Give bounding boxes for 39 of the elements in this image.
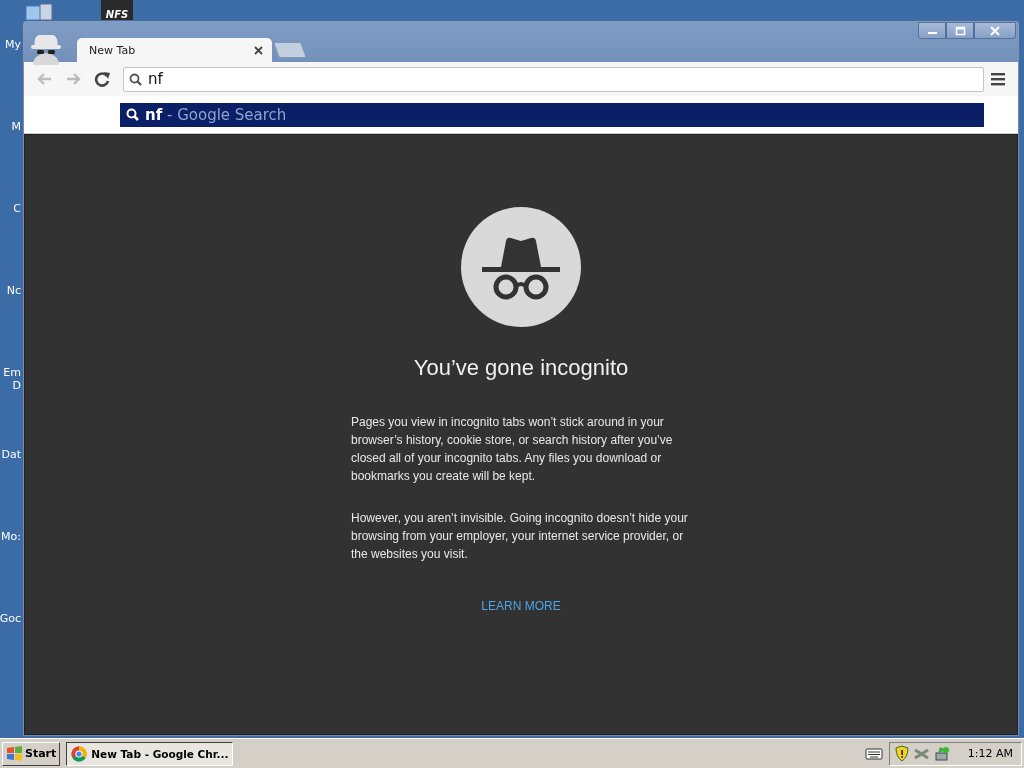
desktop-icon-label[interactable]: My [5, 38, 21, 51]
forward-arrow-icon [65, 71, 82, 87]
desktop-icon-label[interactable]: Em [3, 366, 21, 379]
close-button[interactable] [974, 22, 1016, 39]
back-arrow-icon [36, 71, 53, 87]
start-button[interactable]: Start [2, 741, 61, 766]
incognito-icon [461, 207, 581, 327]
search-suggestion[interactable]: nf - Google Search [120, 102, 984, 127]
info-paragraph: Pages you view in incognito tabs won’t stick around in your browser’s history, cookie store, or search history after you’ve closed all of your incognito tabs. Any files you download or bookmarks you create will be kept. [351, 414, 674, 485]
desktop-icon-label[interactable]: C [13, 202, 21, 215]
search-icon [126, 108, 139, 121]
desktop-icon-label[interactable]: Nc [6, 284, 21, 297]
desktop-icon-label[interactable]: Dat [1, 448, 21, 461]
desktop-icon-label[interactable]: Goc [0, 612, 21, 625]
desktop-icon-label[interactable]: D [12, 379, 21, 392]
maximize-button[interactable] [946, 22, 974, 39]
menu-icon [991, 72, 1005, 86]
close-icon [990, 25, 1000, 36]
page-heading: You’ve gone incognito [413, 355, 629, 381]
chrome-icon [71, 745, 88, 762]
taskbar-button[interactable]: New Tab - Google Chr... [66, 741, 234, 766]
search-icon [129, 72, 142, 86]
browser-tab[interactable]: New Tab [77, 38, 272, 62]
desktop-icon-label[interactable]: M [11, 120, 21, 133]
close-icon [253, 44, 264, 56]
info-paragraph: However, you aren’t invisible. Going incognito doesn’t hide your browsing from your employer, your internet service provider, or the websites you visit. [351, 510, 689, 563]
keyboard-icon [864, 745, 883, 762]
address-bar[interactable]: nf [123, 66, 984, 92]
learn-more-link[interactable]: LEARN MORE [481, 599, 561, 613]
desktop-icon-label[interactable]: Mo: [1, 530, 21, 543]
nfs-logo: NFS [101, 0, 133, 20]
minimize-button[interactable] [918, 22, 946, 39]
computer-icon [24, 2, 54, 22]
reload-icon [94, 71, 111, 87]
restore-icon [954, 25, 966, 36]
device-icon [933, 745, 950, 762]
windows-flag-icon [6, 745, 23, 762]
clock: 1:12 AM [967, 747, 1013, 760]
shield-icon [893, 745, 910, 762]
